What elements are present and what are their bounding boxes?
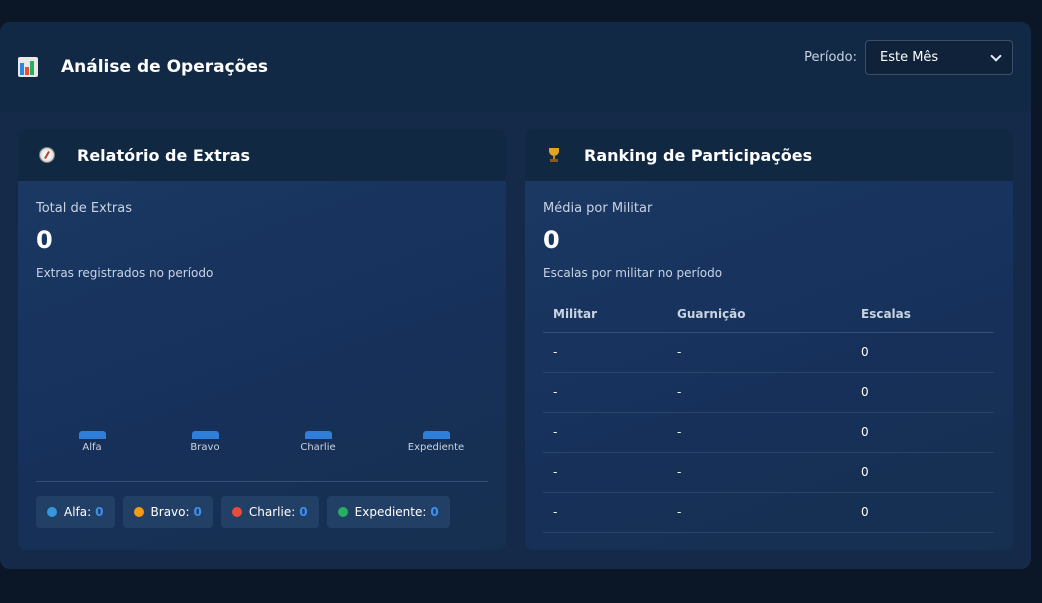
bar-expediente: Expediente [386, 431, 486, 453]
legend-value-alfa: 0 [95, 505, 104, 519]
legend-item-alfa: Alfa: 0 [36, 496, 115, 528]
legend-dot-expediente [337, 507, 348, 517]
legend-dot-alfa [47, 507, 57, 517]
cell-militar: - [543, 412, 667, 453]
legend-value-bravo: 0 [193, 505, 202, 519]
bar-bravo-label: Bravo [190, 442, 220, 453]
bar-expediente-mark [422, 431, 450, 439]
legend-item-expediente: Expediente: 0 [326, 496, 450, 528]
table-header-row: Militar Guarnição Escalas [543, 297, 994, 333]
extras-bar-chart: Alfa Bravo Charlie Expediente [36, 431, 488, 461]
legend-value-expediente: 0 [430, 505, 439, 519]
cell-guarnicao: - [667, 372, 851, 413]
legend-label-charlie: Charlie: [248, 505, 296, 519]
ranking-card: Ranking de Participações Média por Milit… [525, 129, 1013, 550]
cell-militar: - [543, 492, 667, 533]
extras-legend: Alfa: 0 Bravo: 0 Charlie: 0 Expediente: … [36, 496, 450, 528]
legend-value-charlie: 0 [299, 505, 308, 519]
extras-total-value: 0 [36, 226, 53, 254]
page-title: Análise de Operações [61, 56, 268, 77]
cell-guarnicao: - [667, 332, 851, 373]
period-select[interactable]: Este Mês [865, 40, 1013, 75]
table-row: - - 0 [543, 452, 994, 493]
legend-label-alfa: Alfa: [64, 505, 92, 519]
ranking-average-label: Média por Militar [543, 201, 653, 216]
period-filter: Período: Este Mês [804, 40, 1013, 75]
chevron-down-icon [990, 49, 1002, 62]
legend-dot-charlie [231, 507, 242, 517]
legend-item-bravo: Bravo: 0 [122, 496, 213, 528]
cell-escalas: 0 [851, 412, 994, 453]
legend-label-expediente: Expediente: [354, 505, 427, 519]
cell-escalas: 0 [851, 452, 994, 493]
divider [36, 481, 488, 482]
bar-bravo: Bravo [160, 431, 250, 453]
extras-report-card: Relatório de Extras Total de Extras 0 Ex… [18, 129, 506, 550]
table-row: - - 0 [543, 492, 994, 533]
bar-charlie-label: Charlie [300, 442, 336, 453]
extras-total-label: Total de Extras [36, 201, 132, 216]
cell-militar: - [543, 452, 667, 493]
bar-charlie: Charlie [273, 431, 363, 453]
ranking-card-title: Ranking de Participações [584, 145, 813, 165]
bar-alfa: Alfa [47, 431, 137, 453]
bar-expediente-label: Expediente [407, 442, 465, 453]
ranking-table: Militar Guarnição Escalas - - 0 - - 0 - [543, 297, 994, 533]
cell-guarnicao: - [667, 412, 851, 453]
bar-charlie-mark [304, 431, 332, 439]
column-header-guarnicao[interactable]: Guarnição [667, 297, 851, 333]
cell-guarnicao: - [667, 492, 851, 533]
ranking-card-header: Ranking de Participações [525, 129, 1013, 181]
table-row: - - 0 [543, 412, 994, 453]
table-row: - - 0 [543, 332, 994, 373]
legend-dot-bravo [133, 507, 144, 517]
compass-icon [38, 146, 56, 164]
trophy-icon [545, 146, 563, 164]
operations-panel: Análise de Operações Período: Este Mês R… [0, 22, 1031, 569]
period-label: Período: [804, 50, 857, 65]
cell-escalas: 0 [851, 492, 994, 533]
extras-card-title: Relatório de Extras [77, 145, 251, 165]
column-header-escalas[interactable]: Escalas [851, 297, 994, 333]
column-header-militar[interactable]: Militar [543, 297, 667, 333]
legend-item-charlie: Charlie: 0 [220, 496, 319, 528]
ranking-average-value: 0 [543, 226, 560, 254]
cell-guarnicao: - [667, 452, 851, 493]
ranking-average-subtitle: Escalas por militar no período [543, 266, 723, 280]
bar-chart-icon [18, 56, 38, 77]
bar-alfa-mark [78, 431, 106, 439]
extras-card-header: Relatório de Extras [18, 129, 506, 181]
table-row: - - 0 [543, 372, 994, 413]
panel-header: Análise de Operações Período: Este Mês [0, 22, 1031, 111]
cell-militar: - [543, 372, 667, 413]
cell-escalas: 0 [851, 372, 994, 413]
bar-bravo-mark [191, 431, 219, 439]
extras-total-subtitle: Extras registrados no período [36, 266, 214, 280]
period-select-value: Este Mês [880, 50, 939, 65]
cell-escalas: 0 [851, 332, 994, 373]
bar-alfa-label: Alfa [82, 442, 102, 453]
cell-militar: - [543, 332, 667, 373]
legend-label-bravo: Bravo: [150, 505, 190, 519]
